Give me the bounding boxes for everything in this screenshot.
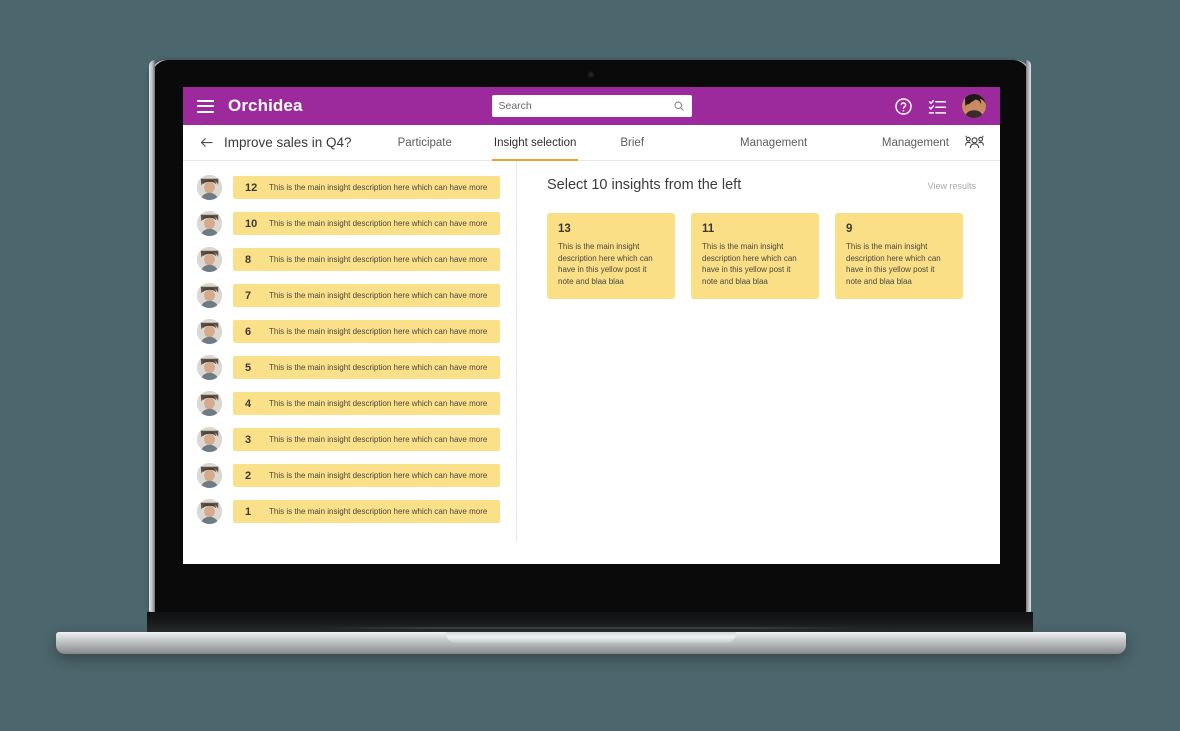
avatar <box>197 283 222 308</box>
list-item[interactable]: 5 This is the main insight description h… <box>197 355 516 380</box>
list-item[interactable]: 8 This is the main insight description h… <box>197 247 516 272</box>
insight-chip[interactable]: 7 This is the main insight description h… <box>233 284 500 307</box>
insight-number: 10 <box>245 217 258 230</box>
list-item[interactable]: 10 This is the main insight description … <box>197 211 516 236</box>
laptop-base-notch <box>446 632 736 643</box>
postit-text: This is the main insight description her… <box>702 242 797 286</box>
insight-chip[interactable]: 8 This is the main insight description h… <box>233 248 500 271</box>
postit-text: This is the main insight description her… <box>846 242 941 286</box>
insight-number: 7 <box>245 289 252 302</box>
panel-divider <box>516 161 517 541</box>
people-group-icon[interactable] <box>965 134 984 151</box>
tab-participate[interactable]: Participate <box>398 125 452 161</box>
laptop-mockup: Orchidea Search Improve sales in Q4? Par… <box>56 60 1126 654</box>
insight-chip[interactable]: 5 This is the main insight description h… <box>233 356 500 379</box>
brand-title: Orchidea <box>228 96 303 115</box>
avatar <box>197 391 222 416</box>
back-arrow-icon[interactable] <box>199 135 214 150</box>
hamburger-menu-icon[interactable] <box>197 99 214 113</box>
insight-text: This is the main insight description her… <box>269 327 488 336</box>
insight-chip[interactable]: 10 This is the main insight description … <box>233 212 500 235</box>
insight-text: This is the main insight description her… <box>269 435 488 444</box>
app-header: Orchidea <box>183 87 1000 125</box>
postit-card[interactable]: 11 This is the main insight description … <box>691 213 819 300</box>
insight-text: This is the main insight description her… <box>269 471 488 480</box>
avatar-image <box>962 94 986 118</box>
avatar <box>197 247 222 272</box>
insight-number: 4 <box>245 397 252 410</box>
tab-insight-selection[interactable]: Insight selection <box>491 125 579 161</box>
insight-number: 5 <box>245 361 252 374</box>
list-item[interactable]: 4 This is the main insight description h… <box>197 391 516 416</box>
insight-text: This is the main insight description her… <box>269 507 488 516</box>
avatar <box>197 499 222 524</box>
list-item[interactable]: 12 This is the main insight description … <box>197 175 516 200</box>
insight-text: This is the main insight description her… <box>269 219 488 228</box>
screen-viewport: Orchidea Search Improve sales in Q4? Par… <box>183 87 1000 564</box>
header-actions <box>894 94 986 118</box>
laptop-base <box>56 632 1126 654</box>
postit-card[interactable]: 13 This is the main insight description … <box>547 213 675 300</box>
laptop-hinge-line <box>325 627 855 629</box>
webcam-icon <box>588 72 593 77</box>
insight-number: 1 <box>245 505 252 518</box>
insight-text: This is the main insight description her… <box>269 183 488 192</box>
postit-grid: 13 This is the main insight description … <box>547 213 976 300</box>
project-nav-bar: Improve sales in Q4? Participate Insight… <box>183 125 1000 161</box>
insight-number: 8 <box>245 253 252 266</box>
insight-text: This is the main insight description her… <box>269 291 488 300</box>
insight-text: This is the main insight description her… <box>269 399 488 408</box>
selection-title: Select 10 insights from the left <box>547 177 742 193</box>
postit-number: 11 <box>702 223 715 235</box>
postit-text: This is the main insight description her… <box>558 242 653 286</box>
insight-text: This is the main insight description her… <box>269 363 488 372</box>
checklist-icon[interactable] <box>928 97 947 116</box>
view-results-link[interactable]: View results <box>928 181 976 191</box>
insight-list-panel: 12 This is the main insight description … <box>183 161 516 564</box>
tab-brief[interactable]: Brief <box>620 125 644 161</box>
insight-chip[interactable]: 12 This is the main insight description … <box>233 176 500 199</box>
postit-number: 9 <box>846 223 853 235</box>
search-input[interactable] <box>498 100 673 112</box>
search-box[interactable] <box>491 95 692 117</box>
insight-number: 6 <box>245 325 252 338</box>
avatar <box>197 175 222 200</box>
insight-chip[interactable]: 6 This is the main insight description h… <box>233 320 500 343</box>
insight-number: 2 <box>245 469 252 482</box>
avatar <box>197 319 222 344</box>
avatar <box>197 463 222 488</box>
insight-chip[interactable]: 1 This is the main insight description h… <box>233 500 500 523</box>
insight-number: 3 <box>245 433 252 446</box>
insight-number: 12 <box>245 181 258 194</box>
help-circle-icon[interactable] <box>894 97 913 116</box>
management-link[interactable]: Management <box>882 125 949 161</box>
insight-chip[interactable]: 2 This is the main insight description h… <box>233 464 500 487</box>
insight-chip[interactable]: 3 This is the main insight description h… <box>233 428 500 451</box>
list-item[interactable]: 6 This is the main insight description h… <box>197 319 516 344</box>
insight-chip[interactable]: 4 This is the main insight description h… <box>233 392 500 415</box>
postit-number: 13 <box>558 223 571 235</box>
list-item[interactable]: 1 This is the main insight description h… <box>197 499 516 524</box>
selection-panel: Select 10 insights from the left View re… <box>516 161 1000 564</box>
avatar <box>197 355 222 380</box>
search-icon <box>674 101 684 111</box>
selection-header: Select 10 insights from the left View re… <box>547 177 976 193</box>
user-avatar[interactable] <box>962 94 986 118</box>
avatar <box>197 427 222 452</box>
tab-management[interactable]: Management <box>740 125 807 161</box>
page-title: Improve sales in Q4? <box>224 135 352 150</box>
laptop-hinge <box>147 612 1033 632</box>
list-item[interactable]: 2 This is the main insight description h… <box>197 463 516 488</box>
main-content: 12 This is the main insight description … <box>183 161 1000 564</box>
list-item[interactable]: 3 This is the main insight description h… <box>197 427 516 452</box>
insight-text: This is the main insight description her… <box>269 255 488 264</box>
list-item[interactable]: 7 This is the main insight description h… <box>197 283 516 308</box>
postit-card[interactable]: 9 This is the main insight description h… <box>835 213 963 300</box>
avatar <box>197 211 222 236</box>
